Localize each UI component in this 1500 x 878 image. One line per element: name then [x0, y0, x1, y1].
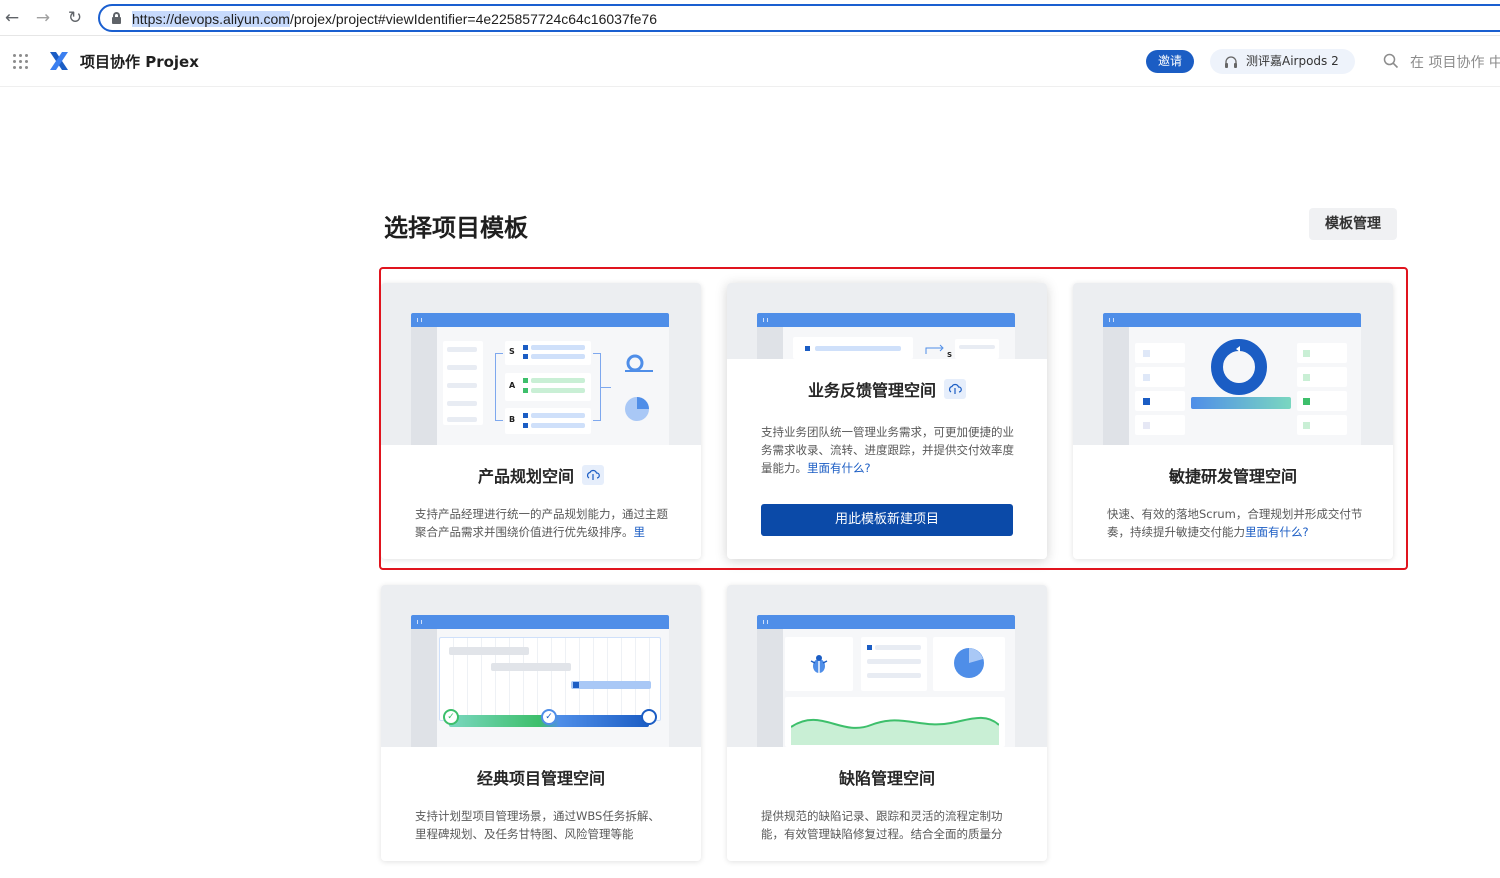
app-grid-icon[interactable]: [13, 54, 29, 70]
check-icon: ✓: [443, 709, 459, 725]
app-title[interactable]: 项目协作 Projex: [80, 51, 199, 72]
clock-icon: [641, 709, 657, 725]
template-card-defect[interactable]: 缺陷管理空间 提供规范的缺陷记录、跟踪和灵活的流程定制功能，有效管理缺陷修复过程…: [727, 585, 1047, 861]
user-name: 测评嘉Airpods 2: [1246, 54, 1339, 68]
bug-icon: [810, 655, 828, 673]
forward-arrow-icon[interactable]: →: [33, 8, 53, 28]
pie-icon: [954, 648, 984, 678]
highlight-box: [379, 267, 1408, 570]
page-title: 选择项目模板: [384, 214, 528, 242]
invite-button[interactable]: 邀请: [1146, 50, 1194, 73]
app-header: 项目协作 Projex 邀请 测评嘉Airpods 2 在 项目协作 中: [0, 37, 1500, 87]
projex-logo-icon[interactable]: [48, 50, 70, 72]
trend-wave-icon: [791, 717, 999, 745]
user-pill[interactable]: 测评嘉Airpods 2: [1210, 49, 1355, 74]
card-title: 经典项目管理空间: [476, 769, 605, 788]
lock-icon: [112, 12, 121, 24]
headphone-icon: [1225, 56, 1237, 68]
card-thumbnail: [727, 585, 1047, 747]
template-card-classic[interactable]: ✓ ✓ 经典项目管理空间 支持计划型项目管理场景，通过WBS任务拆解、里程碑规划…: [381, 585, 701, 861]
card-description: 支持计划型项目管理场景，通过WBS任务拆解、里程碑规划、及任务甘特图、风险管理等…: [415, 809, 660, 841]
search-icon[interactable]: [1383, 53, 1399, 69]
template-manage-button[interactable]: 模板管理: [1309, 208, 1397, 240]
card-title: 缺陷管理空间: [838, 769, 935, 788]
card-thumbnail: ✓ ✓: [381, 585, 701, 747]
card-description: 提供规范的缺陷记录、跟踪和灵活的流程定制功能，有效管理缺陷修复过程。结合全面的质…: [761, 809, 1003, 841]
address-bar[interactable]: https://devops.aliyun.com/projex/project…: [98, 4, 1500, 32]
back-arrow-icon[interactable]: ←: [2, 8, 22, 28]
check-icon: ✓: [541, 709, 557, 725]
browser-toolbar: ← → ↻ https://devops.aliyun.com/projex/p…: [0, 0, 1500, 36]
reload-icon[interactable]: ↻: [65, 8, 85, 28]
url-text[interactable]: https://devops.aliyun.com/projex/project…: [132, 10, 657, 28]
url-rest: /projex/project#viewIdentifier=4e2258577…: [289, 11, 657, 27]
url-selected: https://devops.aliyun.com: [132, 11, 290, 27]
search-input[interactable]: 在 项目协作 中: [1410, 52, 1500, 72]
